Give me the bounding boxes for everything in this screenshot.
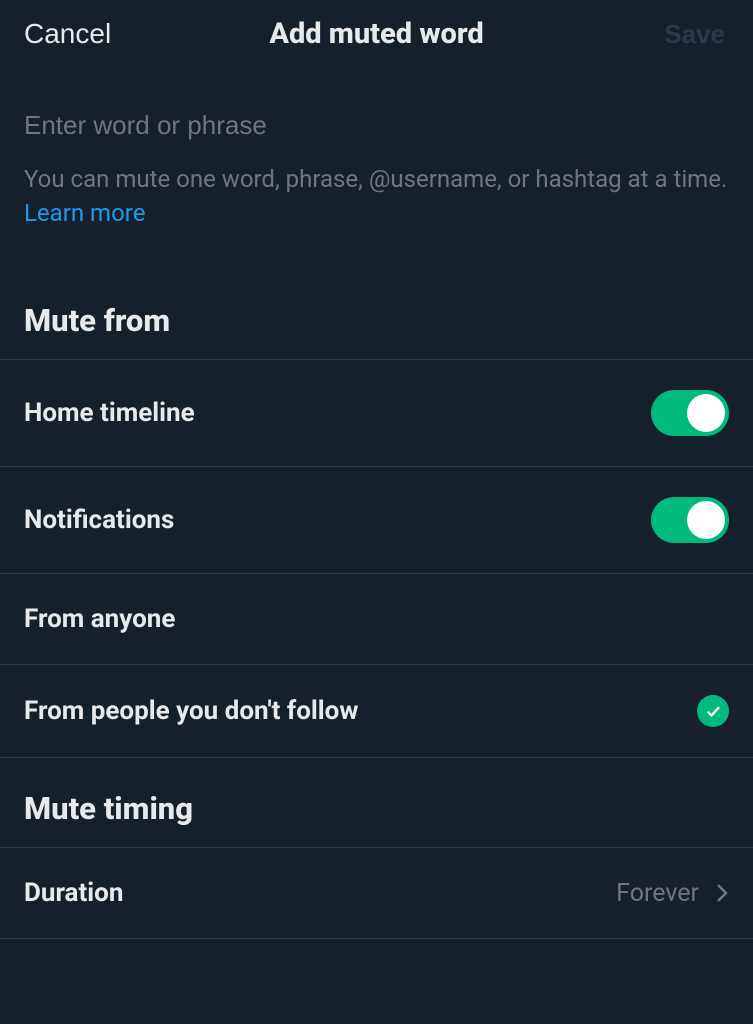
notifications-label: Notifications xyxy=(24,505,174,535)
cancel-button[interactable]: Cancel xyxy=(24,18,111,50)
from-not-follow-label: From people you don't follow xyxy=(24,696,358,726)
input-section: You can mute one word, phrase, @username… xyxy=(0,74,753,250)
learn-more-link[interactable]: Learn more xyxy=(24,199,145,227)
duration-value: Forever xyxy=(616,879,699,908)
toggle-knob xyxy=(687,394,725,432)
notifications-row[interactable]: Notifications xyxy=(0,466,753,573)
page-title: Add muted word xyxy=(269,17,483,51)
home-timeline-label: Home timeline xyxy=(24,398,195,428)
from-not-follow-row[interactable]: From people you don't follow xyxy=(0,664,753,758)
home-timeline-toggle[interactable] xyxy=(651,390,729,436)
chevron-right-icon xyxy=(715,881,729,905)
hint-prefix: You can mute one word, phrase, @username… xyxy=(24,165,727,193)
toggle-knob xyxy=(687,501,725,539)
from-anyone-label: From anyone xyxy=(24,604,175,634)
content: You can mute one word, phrase, @username… xyxy=(0,74,753,939)
duration-value-wrap: Forever xyxy=(616,879,729,908)
muted-word-input[interactable] xyxy=(24,104,729,157)
check-icon xyxy=(697,695,729,727)
notifications-toggle[interactable] xyxy=(651,497,729,543)
duration-label: Duration xyxy=(24,878,123,908)
home-timeline-row[interactable]: Home timeline xyxy=(0,359,753,466)
save-button[interactable]: Save xyxy=(664,19,729,50)
mute-from-header: Mute from xyxy=(0,250,753,359)
duration-row[interactable]: Duration Forever xyxy=(0,847,753,939)
from-anyone-row[interactable]: From anyone xyxy=(0,573,753,664)
mute-timing-header: Mute timing xyxy=(0,758,753,847)
header: Cancel Add muted word Save xyxy=(0,0,753,74)
hint-text: You can mute one word, phrase, @username… xyxy=(24,163,729,230)
